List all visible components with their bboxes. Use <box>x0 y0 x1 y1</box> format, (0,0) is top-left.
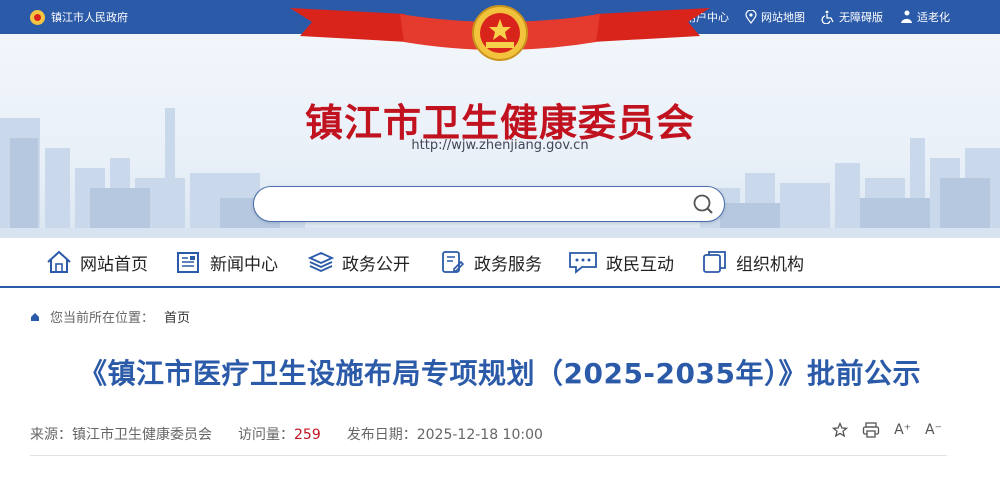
search-input[interactable] <box>270 193 684 217</box>
search-icon[interactable] <box>692 193 714 215</box>
main-nav: 网站首页 新闻中心 政务公开 政务服务 政民互动 组织机构 <box>0 238 1000 288</box>
copy-icon <box>703 251 726 273</box>
breadcrumb-home-icon <box>31 312 39 321</box>
elderly-mode-label: 适老化 <box>917 11 950 24</box>
newspaper-icon <box>177 252 199 273</box>
location-pin-icon <box>745 10 757 24</box>
print-icon[interactable] <box>862 422 880 438</box>
elderly-icon <box>901 10 912 23</box>
site-url: http://wjw.zhenjiang.gov.cn <box>411 138 589 153</box>
font-larger-button[interactable]: A⁺ <box>894 422 911 438</box>
chat-bubble-icon <box>569 252 597 274</box>
nav-label-home: 网站首页 <box>80 254 148 275</box>
nav-label-interaction: 政民互动 <box>606 254 674 275</box>
meta-divider <box>30 455 947 456</box>
accessibility-label: 无障碍版 <box>839 11 883 24</box>
breadcrumb-home-link[interactable]: 首页 <box>164 307 190 326</box>
breadcrumb: 您当前所在位置： 首页 <box>30 307 190 326</box>
nav-item-services[interactable]: 政务服务 <box>440 247 542 277</box>
nav-label-organization: 组织机构 <box>736 254 804 275</box>
nav-item-public[interactable]: 政务公开 <box>308 247 410 277</box>
favorite-star-icon[interactable] <box>832 422 849 438</box>
nav-item-interaction[interactable]: 政民互动 <box>568 247 674 277</box>
home-icon <box>47 250 71 273</box>
nav-label-services: 政务服务 <box>474 254 542 275</box>
breadcrumb-label: 您当前所在位置： <box>50 311 155 326</box>
views-label: 访问量： <box>238 427 294 443</box>
nav-label-news: 新闻中心 <box>210 254 278 275</box>
nav-label-public: 政务公开 <box>342 254 410 275</box>
elderly-mode-link[interactable]: 适老化 <box>899 9 950 25</box>
article-source: 来源：镇江市卫生健康委员会 <box>30 427 212 443</box>
nav-item-organization[interactable]: 组织机构 <box>702 247 804 277</box>
article-date: 发布日期：2025-12-18 10:00 <box>346 427 543 443</box>
wheelchair-icon <box>821 10 834 24</box>
sitemap-label: 网站地图 <box>761 11 805 24</box>
article-tools: A⁺ A⁻ <box>818 422 942 438</box>
search-box <box>253 186 725 222</box>
accessibility-link[interactable]: 无障碍版 <box>821 9 883 25</box>
layers-icon <box>308 252 334 272</box>
views-count: 259 <box>294 427 321 443</box>
font-smaller-button[interactable]: A⁻ <box>925 422 942 438</box>
article-title: 《镇江市医疗卫生设施布局专项规划（2025-2035年）》批前公示 <box>79 357 921 390</box>
document-edit-icon <box>442 251 465 273</box>
nav-item-home[interactable]: 网站首页 <box>46 247 148 277</box>
article-meta: 来源：镇江市卫生健康委员会 访问量：259 发布日期：2025-12-18 10… <box>30 424 569 444</box>
sitemap-link[interactable]: 网站地图 <box>745 9 805 25</box>
gov-link[interactable]: 镇江市人民政府 <box>30 9 128 25</box>
gov-site-name: 镇江市人民政府 <box>51 11 128 24</box>
national-emblem-icon <box>30 9 45 25</box>
article-views-group: 访问量：259 <box>238 424 321 444</box>
nav-item-news[interactable]: 新闻中心 <box>176 247 278 277</box>
national-emblem-ribbon <box>290 5 710 61</box>
